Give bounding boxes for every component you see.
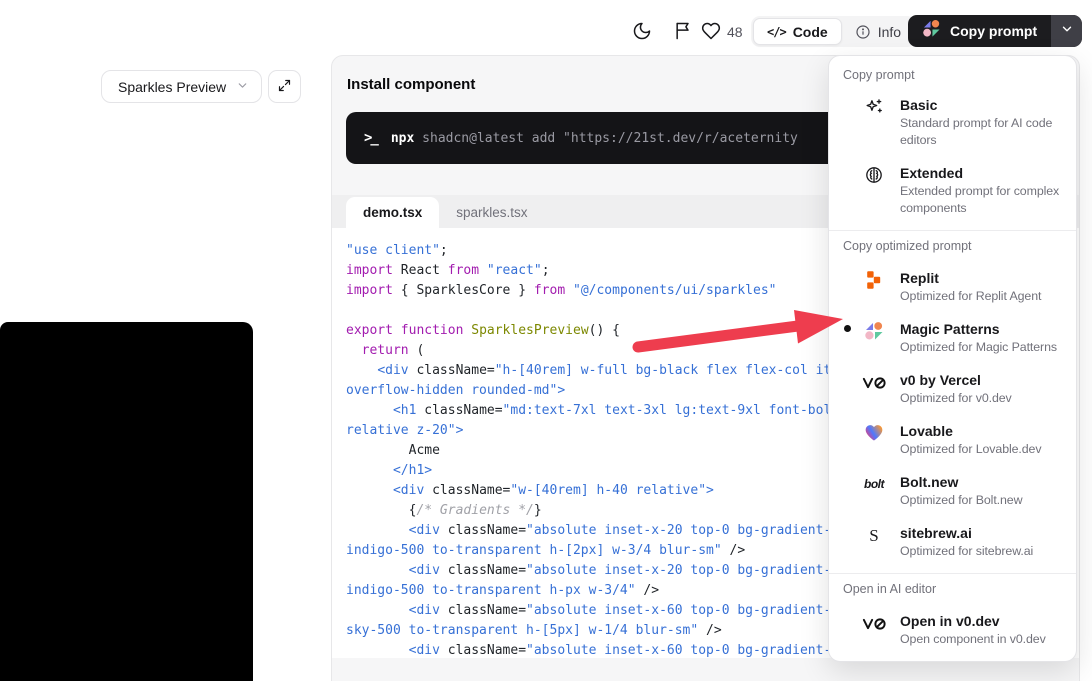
- menu-item-title: Extended: [900, 163, 1064, 183]
- chevron-down-icon: [1060, 22, 1074, 41]
- preview-variant-label: Sparkles Preview: [118, 79, 226, 95]
- component-preview-canvas: [0, 322, 253, 681]
- menu-item-description: Optimized for Replit Agent: [900, 288, 1064, 305]
- code-tab-label: Code: [793, 24, 828, 40]
- menu-section-label: Copy optimized prompt: [843, 239, 1062, 253]
- replit-icon: [861, 268, 887, 305]
- selected-bullet-icon: [844, 325, 851, 332]
- menu-divider: [829, 573, 1076, 574]
- v0-icon: [861, 611, 887, 648]
- menu-item-description: Optimized for Lovable.dev: [900, 441, 1064, 458]
- menu-item-title: Replit: [900, 268, 1064, 288]
- menu-item-title: Magic Patterns: [900, 319, 1064, 339]
- menu-item-title: sitebrew.ai: [900, 523, 1064, 543]
- info-tab-label: Info: [878, 24, 901, 40]
- menu-item-title: Open in v0.dev: [900, 611, 1064, 631]
- sitebrew-icon: S: [861, 523, 887, 560]
- file-tab-sparkles.tsx[interactable]: sparkles.tsx: [439, 197, 544, 228]
- theme-toggle-button[interactable]: [630, 20, 654, 44]
- view-switcher: </> Code Info: [751, 16, 916, 47]
- menu-item-sitebrew-ai[interactable]: Ssitebrew.aiOptimized for sitebrew.ai: [829, 516, 1076, 567]
- fullscreen-button[interactable]: [268, 70, 301, 103]
- menu-item-title: Lovable: [900, 421, 1064, 441]
- menu-item-description: Optimized for v0.dev: [900, 390, 1064, 407]
- bolt-icon: bolt: [861, 472, 887, 509]
- preview-variant-select[interactable]: Sparkles Preview: [101, 70, 262, 103]
- menu-item-v0-by-vercel[interactable]: v0 by VercelOptimized for v0.dev: [829, 363, 1076, 414]
- copy-prompt-menu: Copy prompt BasicStandard prompt for AI c…: [828, 55, 1077, 662]
- file-tab-demo.tsx[interactable]: demo.tsx: [346, 197, 439, 228]
- menu-item-extended[interactable]: ExtendedExtended prompt for complex comp…: [829, 156, 1076, 224]
- menu-item-title: Bolt.new: [900, 472, 1064, 492]
- menu-item-magic-patterns[interactable]: Magic PatternsOptimized for Magic Patter…: [829, 312, 1076, 363]
- expand-diagonal-icon: [277, 78, 292, 96]
- menu-item-lovable[interactable]: LovableOptimized for Lovable.dev: [829, 414, 1076, 465]
- tab-info[interactable]: Info: [842, 18, 914, 45]
- code-brackets-icon: </>: [767, 25, 786, 39]
- menu-item-title: v0 by Vercel: [900, 370, 1064, 390]
- install-command-text: npx shadcn@latest add "https://21st.dev/…: [391, 131, 798, 146]
- moon-icon: [632, 21, 652, 44]
- terminal-prompt-icon: >_: [364, 130, 377, 146]
- command-args: shadcn@latest add "https://21st.dev/r/ac…: [422, 131, 798, 146]
- menu-item-description: Standard prompt for AI code editors: [900, 115, 1064, 149]
- menu-section-label: Copy prompt: [843, 68, 1062, 82]
- brain-icon: [861, 163, 887, 217]
- tab-code[interactable]: </> Code: [753, 18, 842, 45]
- report-button[interactable]: [671, 20, 695, 44]
- info-icon: [855, 24, 871, 40]
- menu-item-description: Optimized for Magic Patterns: [900, 339, 1064, 356]
- sparkles-icon: [861, 95, 887, 149]
- copy-prompt-split-button: Copy prompt: [908, 15, 1082, 47]
- magic-patterns-logo-icon: [922, 19, 941, 43]
- menu-item-title: Basic: [900, 95, 1064, 115]
- copy-prompt-button[interactable]: Copy prompt: [908, 15, 1051, 47]
- heart-icon: [701, 21, 721, 44]
- menu-divider: [829, 230, 1076, 231]
- like-button[interactable]: [699, 20, 723, 44]
- command-bin: npx: [391, 131, 414, 146]
- chevron-down-icon: [236, 79, 249, 95]
- flag-icon: [673, 21, 693, 44]
- menu-item-description: Extended prompt for complex components: [900, 183, 1064, 217]
- menu-section-label: Open in AI editor: [843, 582, 1062, 596]
- copy-prompt-label: Copy prompt: [950, 23, 1037, 39]
- menu-item-description: Optimized for sitebrew.ai: [900, 543, 1064, 560]
- menu-item-description: Open component in v0.dev: [900, 631, 1064, 648]
- menu-item-bolt-new[interactable]: bolt Bolt.newOptimized for Bolt.new: [829, 465, 1076, 516]
- menu-item-open-in-v0-dev[interactable]: Open in v0.devOpen component in v0.dev: [829, 604, 1076, 655]
- like-count: 48: [727, 24, 743, 40]
- copy-prompt-caret-button[interactable]: [1051, 15, 1082, 47]
- menu-item-description: Optimized for Bolt.new: [900, 492, 1064, 509]
- menu-item-replit[interactable]: ReplitOptimized for Replit Agent: [829, 261, 1076, 312]
- page: 48 </> Code Info Copy prompt Sparkles Pr…: [0, 0, 1092, 681]
- lovable-icon: [861, 421, 887, 458]
- magic-patterns-icon: [861, 319, 887, 356]
- v0-icon: [861, 370, 887, 407]
- menu-item-basic[interactable]: BasicStandard prompt for AI code editors: [829, 88, 1076, 156]
